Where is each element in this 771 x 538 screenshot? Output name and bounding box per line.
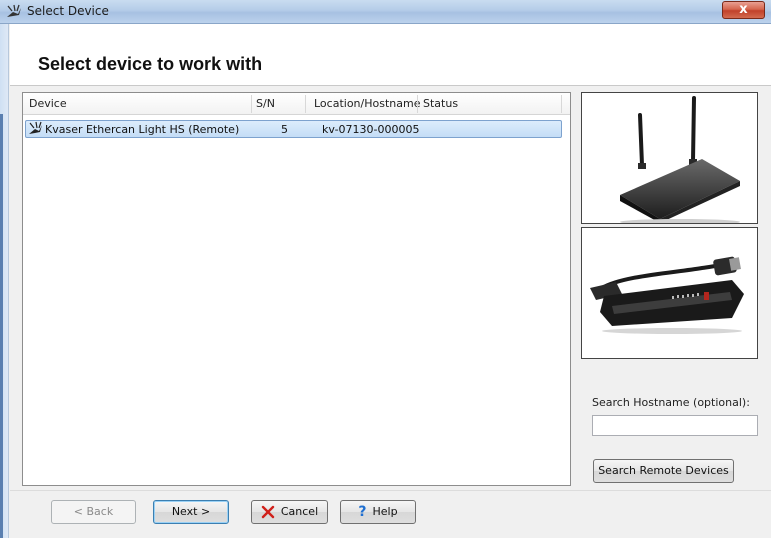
- help-button[interactable]: ? Help: [340, 500, 416, 524]
- column-header-sn[interactable]: S/N: [256, 97, 275, 110]
- back-button[interactable]: < Back: [51, 500, 136, 524]
- search-remote-devices-label: Search Remote Devices: [598, 464, 729, 477]
- wizard-header: Select device to work with: [10, 24, 771, 86]
- device-photo-router: [581, 92, 758, 224]
- question-mark-icon: ?: [358, 504, 367, 520]
- search-remote-devices-button[interactable]: Search Remote Devices: [593, 459, 734, 483]
- search-hostname-label: Search Hostname (optional):: [592, 396, 750, 409]
- kvaser-app-icon: [7, 4, 21, 17]
- select-device-window: Select Device x Select device to work wi…: [0, 0, 771, 538]
- next-button-label: Next >: [171, 505, 211, 518]
- column-header-location[interactable]: Location/Hostname: [314, 97, 420, 110]
- back-button-label: < Back: [73, 505, 114, 518]
- search-hostname-input[interactable]: [592, 415, 758, 436]
- close-icon: x: [739, 2, 748, 17]
- window-title: Select Device: [27, 4, 109, 18]
- column-divider[interactable]: [305, 95, 306, 113]
- serial-number-cell: 5: [281, 123, 288, 136]
- column-header-status[interactable]: Status: [423, 97, 458, 110]
- frame-accent: [0, 114, 3, 538]
- device-name-cell: Kvaser Ethercan Light HS (Remote): [45, 123, 240, 136]
- kvaser-device-icon: [29, 121, 42, 134]
- column-header-device[interactable]: Device: [29, 97, 67, 110]
- table-row[interactable]: Kvaser Ethercan Light HS (Remote) 5 kv-0…: [25, 120, 562, 138]
- cancel-button-label: Cancel: [280, 505, 319, 518]
- location-cell: kv-07130-000005: [322, 123, 420, 136]
- device-list-header: Device S/N Location/Hostname Status: [23, 93, 570, 115]
- title-bar[interactable]: Select Device x: [0, 0, 771, 24]
- next-button[interactable]: Next >: [153, 500, 229, 524]
- footer-divider: [10, 490, 771, 491]
- close-button[interactable]: x: [722, 1, 765, 19]
- column-divider[interactable]: [561, 95, 562, 113]
- page-title: Select device to work with: [38, 54, 263, 74]
- help-button-label: Help: [372, 505, 398, 518]
- device-photo-interface: [581, 227, 758, 359]
- cancel-button[interactable]: Cancel: [251, 500, 328, 524]
- window-left-frame: [0, 24, 9, 538]
- column-divider[interactable]: [417, 95, 418, 113]
- cancel-x-icon: [261, 505, 275, 519]
- device-list[interactable]: Device S/N Location/Hostname Status Kvas…: [22, 92, 571, 486]
- interface-image: [590, 256, 744, 334]
- column-divider[interactable]: [251, 95, 252, 113]
- router-image: [620, 96, 740, 223]
